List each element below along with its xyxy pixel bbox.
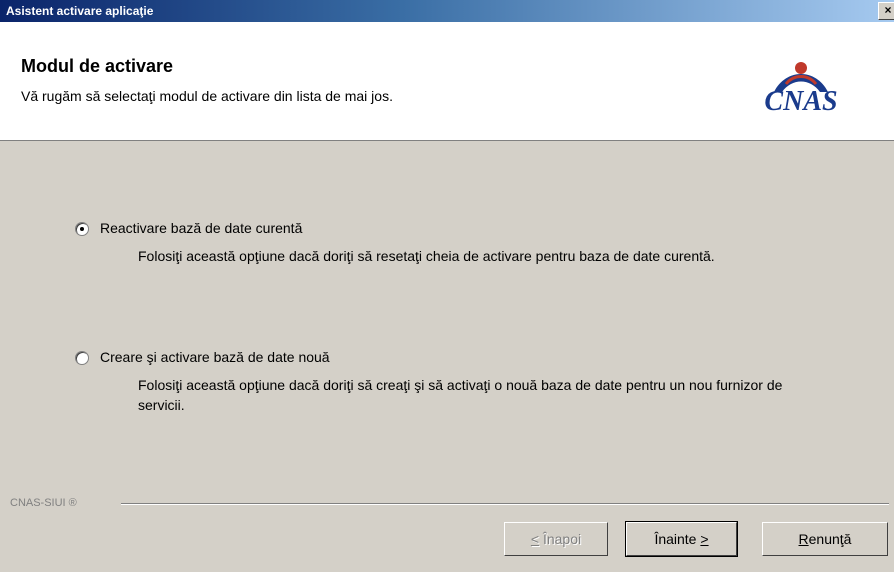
- radio-selected-dot: [80, 227, 84, 231]
- logo-text: CNAS: [764, 86, 838, 117]
- next-label: Înainte: [654, 531, 701, 547]
- back-button[interactable]: < Înapoi: [504, 522, 608, 556]
- radio-create-new[interactable]: [75, 351, 89, 365]
- cancel-mnemonic: R: [798, 531, 809, 547]
- next-button[interactable]: Înainte >: [625, 521, 738, 557]
- option-reactivate-label[interactable]: Reactivare bază de date curentă: [100, 220, 302, 236]
- wizard-header: Modul de activare Vă rugăm să selectaţi …: [0, 22, 894, 141]
- page-title: Modul de activare: [21, 56, 174, 76]
- footer-brand: CNAS-SIUI ®: [10, 497, 77, 509]
- page-subtitle: Vă rugăm să selectaţi modul de activare …: [21, 88, 393, 104]
- next-mnemonic: >: [700, 531, 709, 547]
- option-create-new-label[interactable]: Creare şi activare bază de date nouă: [100, 349, 330, 365]
- radio-reactivate[interactable]: [75, 222, 89, 236]
- cnas-logo: CNAS: [736, 54, 866, 124]
- cancel-label: enunţă: [808, 531, 852, 547]
- footer-divider: [121, 503, 889, 505]
- option-create-new-description: Folosiţi această opţiune dacă doriţi să …: [138, 377, 783, 413]
- close-button[interactable]: ×: [878, 2, 894, 20]
- window-title: Asistent activare aplicaţie: [6, 4, 154, 18]
- option-reactivate-description: Folosiţi această opţiune dacă doriţi să …: [138, 248, 715, 264]
- back-mnemonic: <: [530, 531, 540, 547]
- back-label: Înapoi: [539, 531, 582, 547]
- title-bar: Asistent activare aplicaţie ×: [0, 0, 894, 22]
- cancel-button[interactable]: Renunţă: [762, 522, 888, 556]
